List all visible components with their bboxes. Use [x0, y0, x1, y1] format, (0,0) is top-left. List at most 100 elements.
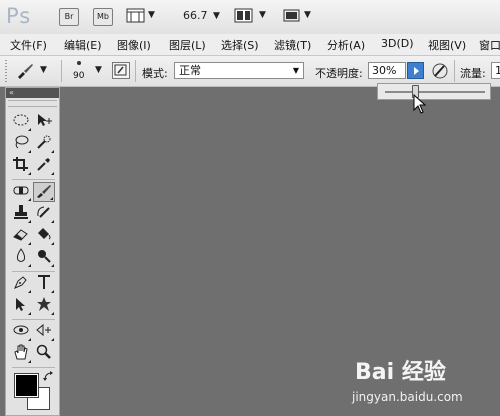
opacity-label: 不透明度: [315, 67, 363, 80]
flow-label: 流量: [460, 67, 486, 80]
mouse-pointer-icon [413, 94, 427, 114]
grid-icon [126, 8, 145, 23]
menu-file[interactable]: 文件(F) [10, 37, 47, 53]
clone-stamp-tool[interactable] [10, 204, 32, 224]
move-icon [38, 114, 52, 126]
crop-tool[interactable] [10, 156, 32, 176]
move-tool[interactable] [33, 112, 55, 132]
opacity-slider-toggle[interactable] [407, 62, 424, 79]
divider [12, 271, 55, 272]
arrange-icon [234, 8, 253, 23]
spot-healing-tool[interactable] [10, 182, 32, 202]
marquee-icon [13, 114, 29, 126]
tool-flyout-corner [28, 220, 31, 223]
tablet-pressure-button[interactable] [430, 61, 450, 81]
chevron-down-icon: ▼ [304, 10, 311, 20]
chevron-down-icon: ▼ [148, 10, 155, 20]
path-selection-icon [16, 298, 25, 311]
paint-bucket-icon [38, 228, 51, 240]
blend-mode-select[interactable]: 正常 ▼ [174, 62, 304, 79]
brush-panel-toggle[interactable] [112, 62, 130, 79]
chevron-down-icon[interactable]: ▼ [213, 11, 220, 21]
tool-flyout-corner [28, 338, 31, 341]
pen-tool[interactable] [10, 274, 32, 294]
eraser-icon [13, 229, 28, 241]
divider [12, 367, 55, 368]
hand-icon [14, 344, 28, 360]
opacity-slider-track[interactable] [385, 91, 485, 93]
tool-flyout-corner [51, 338, 54, 341]
tool-preset-picker[interactable]: ▼ [14, 61, 54, 81]
tool-flyout-corner [28, 172, 31, 175]
opacity-slider-popup [377, 83, 491, 100]
path-selection-tool[interactable] [10, 296, 32, 316]
menu-filter[interactable]: 滤镜(T) [274, 37, 311, 53]
foreground-color-swatch[interactable] [14, 373, 39, 398]
chevron-down-icon: ▼ [95, 65, 102, 75]
bridge-button[interactable]: Br [59, 8, 79, 26]
menu-image[interactable]: 图像(I) [117, 37, 151, 53]
stamp-icon [14, 205, 28, 219]
screen-mode-button[interactable]: ▼ [282, 8, 316, 26]
menu-analysis[interactable]: 分析(A) [327, 37, 365, 53]
triangle-right-icon [414, 67, 419, 75]
menu-layer[interactable]: 图层(L) [169, 37, 206, 53]
3d-rotate-tool[interactable] [10, 322, 32, 342]
tool-flyout-corner [28, 198, 31, 201]
eraser-tool[interactable] [10, 226, 32, 246]
tools-panel-grip[interactable] [8, 100, 57, 107]
shape-icon [37, 297, 51, 311]
history-brush-tool[interactable] [33, 204, 55, 224]
lasso-tool[interactable] [10, 134, 32, 154]
zoom-tool[interactable] [33, 344, 55, 364]
menu-bar: 文件(F) 编辑(E) 图像(I) 图层(L) 选择(S) 滤镜(T) 分析(A… [0, 34, 500, 56]
tools-panel-collapse[interactable]: « [6, 88, 59, 98]
type-tool[interactable] [33, 274, 55, 294]
tool-flyout-corner [28, 290, 31, 293]
marquee-tool[interactable] [10, 112, 32, 132]
lasso-icon [15, 135, 29, 149]
paint-bucket-tool[interactable] [33, 226, 55, 246]
options-grip [5, 60, 7, 82]
menu-edit[interactable]: 编辑(E) [64, 37, 102, 53]
chevron-down-icon: ▼ [259, 10, 266, 20]
crop-icon [13, 157, 28, 171]
watermark-logo: Bai 经验 [355, 360, 446, 385]
view-extras-button[interactable]: ▼ [126, 8, 156, 26]
hand-tool[interactable] [10, 344, 32, 364]
brush-tool[interactable] [33, 182, 55, 202]
menu-select[interactable]: 选择(S) [221, 37, 259, 53]
eyedropper-icon [37, 158, 50, 171]
tool-flyout-corner [51, 312, 54, 315]
pen-icon [14, 276, 27, 289]
magic-wand-icon [37, 135, 51, 149]
dodge-tool[interactable] [33, 248, 55, 268]
blur-tool[interactable] [10, 248, 32, 268]
tool-flyout-corner [51, 264, 54, 267]
tool-flyout-corner [51, 242, 54, 245]
chevron-down-icon: ▼ [40, 65, 47, 75]
eyedropper-tool[interactable] [33, 156, 55, 176]
zoom-level[interactable]: 66.7 [183, 9, 208, 22]
custom-shape-tool[interactable] [33, 296, 55, 316]
opacity-input[interactable]: 30% [368, 62, 406, 79]
tool-flyout-corner [28, 360, 31, 363]
arrange-documents-button[interactable]: ▼ [234, 8, 268, 26]
mini-bridge-button[interactable]: Mb [93, 8, 113, 26]
3d-camera-tool[interactable] [33, 322, 55, 342]
brush-picker[interactable]: 90 ▼ [68, 58, 106, 84]
swap-colors-icon[interactable] [43, 371, 55, 383]
tool-flyout-corner [28, 128, 31, 131]
airbrush-icon [432, 63, 448, 79]
menu-3d[interactable]: 3D(D) [381, 37, 414, 50]
brush-icon [18, 64, 33, 79]
quick-selection-tool[interactable] [33, 134, 55, 154]
menu-view[interactable]: 视图(V) [428, 37, 466, 53]
watermark-url: jingyan.baidu.com [352, 390, 463, 404]
divider [12, 319, 55, 320]
flow-input[interactable]: 1 [491, 62, 500, 79]
brush-panel-icon [114, 64, 127, 76]
tool-flyout-corner [28, 150, 31, 153]
separator [454, 60, 455, 82]
menu-window[interactable]: 窗口 [479, 37, 500, 53]
